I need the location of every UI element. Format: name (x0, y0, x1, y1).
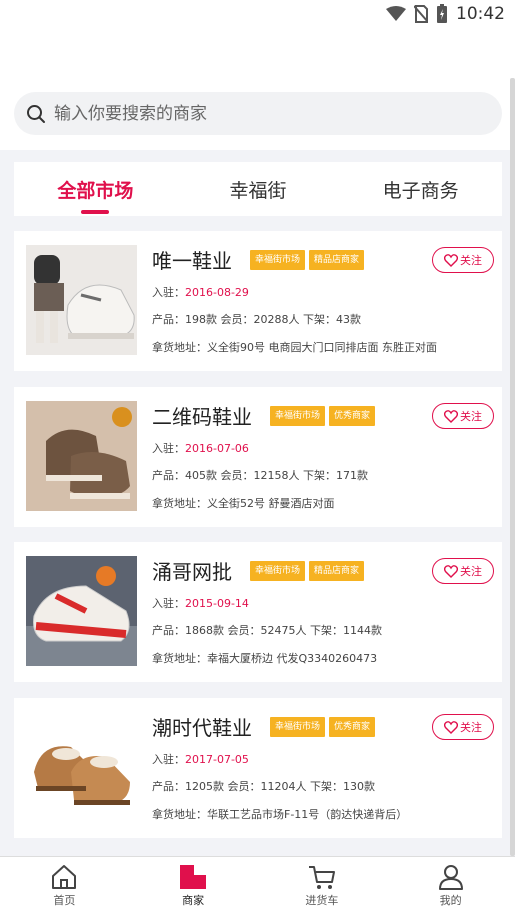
nav-home[interactable]: 首页 (0, 857, 129, 915)
shop-thumbnail[interactable] (26, 712, 137, 822)
heart-icon (444, 720, 458, 734)
shop-name[interactable]: 二维码鞋业 (152, 401, 252, 430)
status-bar: 10:42 (0, 0, 515, 30)
follow-button[interactable]: 关注 (432, 403, 494, 429)
shop-name[interactable]: 唯一鞋业 (152, 245, 232, 274)
shop-stats: 产品：1205款 会员：11204人 下架：130款 (152, 780, 375, 793)
search-icon (27, 104, 45, 123)
shop-address: 拿货地址：义全街52号 舒曼酒店对面 (152, 497, 335, 510)
follow-label: 关注 (460, 721, 482, 734)
market-tag: 幸福街市场 (270, 406, 326, 426)
shop-name[interactable]: 潮时代鞋业 (152, 712, 252, 741)
shop-stats: 产品：198款 会员：20288人 下架：43款 (152, 313, 361, 326)
join-label: 入驻： (152, 753, 185, 766)
shop-stats: 产品：405款 会员：12158人 下架：171款 (152, 469, 368, 482)
nav-profile-label: 我的 (439, 894, 462, 907)
battery-icon (437, 4, 447, 23)
shop-card[interactable]: 二维码鞋业 幸福街市场 优秀商家 关注 入驻：2016-07-06 产品：405… (14, 387, 502, 527)
cart-icon (308, 866, 335, 889)
nav-cart-label: 进货车 (305, 894, 339, 907)
shop-address: 拿货地址：华联工艺品市场F-11号（韵达快递背后） (152, 808, 408, 821)
shop-address: 拿货地址：幸福大厦桥边 代发Q3340260473 (152, 652, 378, 665)
tab-xingfu-street[interactable]: 幸福街 (177, 162, 340, 216)
merchant-tag: 优秀商家 (329, 717, 376, 737)
shop-thumbnail[interactable] (26, 401, 137, 511)
follow-label: 关注 (460, 565, 482, 578)
search-input[interactable] (54, 103, 454, 124)
shop-thumbnail[interactable] (26, 556, 137, 666)
join-date-row: 入驻：2015-09-14 (152, 595, 249, 611)
heart-icon (444, 253, 458, 267)
bottom-nav: 首页 商家 进货车 我的 (0, 856, 515, 915)
follow-label: 关注 (460, 254, 482, 267)
nav-store[interactable]: 商家 (129, 857, 258, 915)
search-bar[interactable] (14, 92, 502, 135)
nav-store-label: 商家 (182, 894, 205, 907)
store-icon (180, 865, 207, 889)
heart-icon (444, 564, 458, 578)
shop-address: 拿货地址：义全街90号 电商园大门口同排店面 东胜正对面 (152, 341, 437, 354)
merchant-tag: 精品店商家 (309, 250, 365, 270)
market-tag: 幸福街市场 (250, 250, 306, 270)
shop-stats: 产品：1868款 会员：52475人 下架：1144款 (152, 624, 382, 637)
join-date: 2015-09-14 (185, 597, 249, 610)
shop-card[interactable]: 潮时代鞋业 幸福街市场 优秀商家 关注 入驻：2017-07-05 产品：120… (14, 698, 502, 838)
heart-icon (444, 409, 458, 423)
follow-button[interactable]: 关注 (432, 714, 494, 740)
join-label: 入驻： (152, 286, 185, 299)
market-tabs: 全部市场 幸福街 电子商务 (14, 162, 502, 216)
join-date: 2017-07-05 (185, 753, 249, 766)
tab-ecommerce[interactable]: 电子商务 (339, 162, 502, 216)
join-date-row: 入驻：2016-07-06 (152, 440, 249, 456)
join-label: 入驻： (152, 597, 185, 610)
join-date-row: 入驻：2016-08-29 (152, 284, 249, 300)
wifi-icon (386, 6, 406, 21)
nav-home-label: 首页 (53, 894, 76, 907)
join-date: 2016-07-06 (185, 442, 249, 455)
shop-card[interactable]: 涌哥网批 幸福街市场 精品店商家 关注 入驻：2015-09-14 产品：186… (14, 542, 502, 682)
no-sim-icon (414, 5, 428, 23)
status-time: 10:42 (456, 4, 505, 24)
user-icon (438, 865, 463, 890)
join-label: 入驻： (152, 442, 185, 455)
nav-profile[interactable]: 我的 (386, 857, 515, 915)
follow-button[interactable]: 关注 (432, 247, 494, 273)
join-date: 2016-08-29 (185, 286, 249, 299)
shop-name[interactable]: 涌哥网批 (152, 556, 232, 585)
shop-card[interactable]: 唯一鞋业 幸福街市场 精品店商家 关注 入驻：2016-08-29 产品：198… (14, 231, 502, 371)
tab-all-markets[interactable]: 全部市场 (14, 162, 177, 216)
market-tag: 幸福街市场 (250, 561, 306, 581)
home-icon (52, 865, 77, 889)
shop-thumbnail[interactable] (26, 245, 137, 355)
join-date-row: 入驻：2017-07-05 (152, 751, 249, 767)
merchant-tag: 精品店商家 (309, 561, 365, 581)
follow-label: 关注 (460, 410, 482, 423)
scrollbar[interactable] (510, 78, 515, 856)
nav-cart[interactable]: 进货车 (258, 857, 387, 915)
follow-button[interactable]: 关注 (432, 558, 494, 584)
merchant-tag: 优秀商家 (329, 406, 376, 426)
market-tag: 幸福街市场 (270, 717, 326, 737)
